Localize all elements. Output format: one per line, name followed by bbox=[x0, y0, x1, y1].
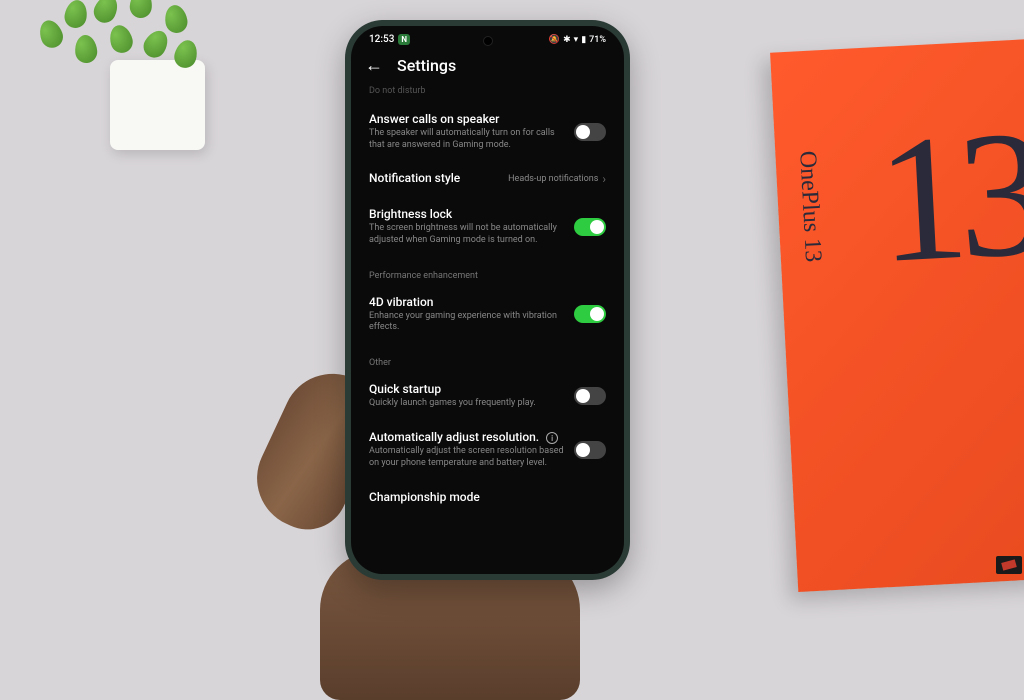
setting-title: Answer calls on speaker bbox=[369, 112, 564, 126]
truncated-item-top: Do not disturb bbox=[369, 86, 606, 102]
setting-title: Notification style bbox=[369, 171, 498, 185]
camera-hole bbox=[483, 36, 493, 46]
page-title: Settings bbox=[397, 56, 456, 75]
setting-title: Brightness lock bbox=[369, 207, 564, 221]
setting-description: The screen brightness will not be automa… bbox=[369, 223, 564, 246]
dnd-icon: 🔕 bbox=[549, 35, 560, 45]
chevron-right-icon: › bbox=[602, 172, 606, 186]
setting-title: Automatically adjust resolution. i bbox=[369, 430, 564, 445]
setting-description: Automatically adjust the screen resoluti… bbox=[369, 446, 564, 469]
toggle-answer-calls[interactable] bbox=[574, 123, 606, 141]
section-other: Other bbox=[369, 344, 606, 372]
box-number: 13 bbox=[873, 89, 1024, 304]
watermark-badge bbox=[996, 556, 1022, 574]
toggle-auto-resolution[interactable] bbox=[574, 441, 606, 459]
status-badge: N bbox=[398, 34, 410, 45]
setting-4d-vibration[interactable]: 4D vibration Enhance your gaming experie… bbox=[369, 285, 606, 344]
status-time: 12:53 bbox=[369, 34, 394, 45]
box-brand-text: OnePlus 13 bbox=[793, 150, 826, 263]
plant-decoration bbox=[0, 0, 220, 160]
battery-percent: 71% bbox=[589, 35, 606, 45]
setting-answer-calls-speaker[interactable]: Answer calls on speaker The speaker will… bbox=[369, 102, 606, 161]
settings-list[interactable]: Do not disturb Answer calls on speaker T… bbox=[351, 86, 624, 504]
setting-title: 4D vibration bbox=[369, 295, 564, 309]
product-box: 13 OnePlus 13 bbox=[770, 38, 1024, 592]
wifi-icon: ▾ bbox=[574, 35, 579, 45]
toggle-brightness-lock[interactable] bbox=[574, 218, 606, 236]
truncated-item-bottom[interactable]: Championship mode bbox=[369, 480, 606, 504]
battery-icon: ▮ bbox=[581, 35, 586, 45]
setting-auto-resolution[interactable]: Automatically adjust resolution. i Autom… bbox=[369, 420, 606, 480]
back-button[interactable]: ← bbox=[365, 55, 383, 76]
setting-title: Quick startup bbox=[369, 382, 564, 396]
setting-value: Heads-up notifications bbox=[508, 174, 598, 185]
setting-quick-startup[interactable]: Quick startup Quickly launch games you f… bbox=[369, 372, 606, 420]
phone-device: 12:53 N 🔕 ✱ ▾ ▮ 71% ← Settings Do not di… bbox=[345, 20, 630, 580]
bluetooth-icon: ✱ bbox=[563, 35, 571, 45]
setting-description: Enhance your gaming experience with vibr… bbox=[369, 311, 564, 334]
phone-screen: 12:53 N 🔕 ✱ ▾ ▮ 71% ← Settings Do not di… bbox=[351, 26, 624, 574]
toggle-4d-vibration[interactable] bbox=[574, 305, 606, 323]
section-performance: Performance enhancement bbox=[369, 257, 606, 285]
toggle-quick-startup[interactable] bbox=[574, 387, 606, 405]
info-icon[interactable]: i bbox=[546, 432, 558, 444]
setting-notification-style[interactable]: Notification style Heads-up notification… bbox=[369, 161, 606, 197]
setting-description: The speaker will automatically turn on f… bbox=[369, 128, 564, 151]
setting-brightness-lock[interactable]: Brightness lock The screen brightness wi… bbox=[369, 197, 606, 256]
page-header: ← Settings bbox=[351, 49, 624, 86]
setting-description: Quickly launch games you frequently play… bbox=[369, 398, 564, 410]
